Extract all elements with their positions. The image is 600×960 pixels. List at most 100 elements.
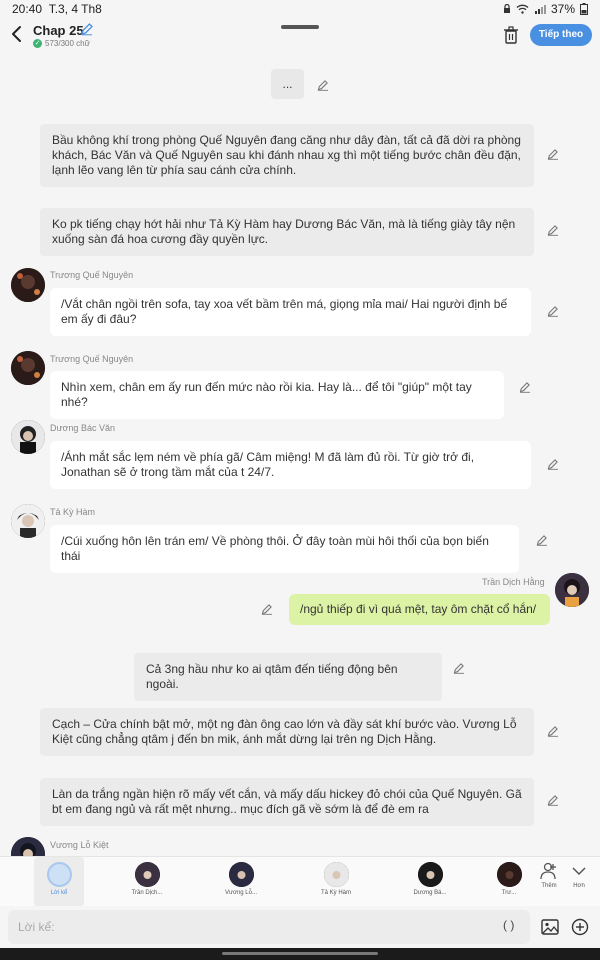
add-character-button[interactable]: Thêm [534,861,564,889]
pencil-icon[interactable] [317,79,329,91]
dialogue-bubble[interactable]: /Vắt chân ngồi trên sofa, tay xoa vết bầ… [50,288,531,336]
character-label: Tả Kỳ Hàm [320,890,351,896]
avatar[interactable] [11,268,45,302]
status-bar: 20:40 T.3, 4 Th8 37% [0,0,600,18]
avatar-image [11,268,45,302]
dialogue-bubble[interactable]: Nhìn xem, chân em ấy run đến mức nào rồi… [50,371,504,419]
status-right: 37% [503,2,588,16]
chevron-down-icon [572,867,586,876]
chapter-title: Chap 25 [33,23,84,38]
status-date: T.3, 4 Th8 [48,2,102,16]
narration-bubble[interactable]: Bầu không khí trong phòng Quế Nguyên đan… [40,124,534,187]
dialogue-bubble[interactable]: /Cúi xuống hôn lên trán em/ Về phòng thô… [50,525,519,573]
narration-text: Cạch – Cửa chính bật mở, một ng đàn ông … [52,717,517,746]
image-icon[interactable] [541,919,559,935]
character-name: Trương Quế Nguyên [50,354,134,364]
character-duong-bac-van[interactable]: Dương Bá... [405,857,455,907]
lock-icon [503,4,510,13]
avatar [323,862,349,887]
dialogue-text: /Ánh mắt sắc lẹm ném về phía gã/ Câm miệ… [61,450,475,479]
character-name: Tả Kỳ Hàm [50,507,96,517]
pencil-icon[interactable] [547,224,559,236]
avatar[interactable] [11,351,45,385]
avatar-image [11,420,45,454]
pencil-icon[interactable] [547,148,559,160]
character-selector: Lời kể Trần Dịch... Vương Lỗ... Tả Kỳ Hà… [0,856,600,907]
narration-text: Bầu không khí trong phòng Quế Nguyên đan… [52,133,521,177]
character-truong-que-nguyen[interactable]: Trư... [494,857,524,907]
character-label: Lời kể [50,890,68,896]
more-button[interactable]: Hơn [564,861,594,889]
word-count-text: 573/300 chữ [45,39,90,48]
battery-icon [580,3,588,15]
avatar[interactable] [11,420,45,454]
system-nav-bar [0,948,600,960]
narration-text: Cả 3ng hầu như ko ai qtâm đến tiếng động… [146,662,398,691]
character-name: Dương Bác Văn [50,423,115,433]
narration-text: Ko pk tiếng chạy hớt hải như Tả Kỳ Hàm h… [52,217,516,246]
plus-circle-icon[interactable] [571,918,589,936]
dialogue-text: /Cúi xuống hôn lên trán em/ Về phòng thô… [61,534,489,563]
word-count: ✓ 573/300 chữ [33,39,90,48]
dialogue-text: /Vắt chân ngồi trên sofa, tay xoa vết bầ… [61,297,508,326]
pencil-icon[interactable] [547,794,559,806]
next-button[interactable]: Tiếp theo [530,24,592,46]
dialogue-text: /ngủ thiếp đi vì quá mệt, tay ôm chặt cổ… [300,602,537,616]
character-label: Dương Bá... [413,890,447,896]
add-label: Thêm [541,883,557,889]
input-bar: Lời kể: ( ) [0,906,600,948]
pencil-icon[interactable] [261,603,273,615]
avatar [228,862,254,887]
pencil-icon[interactable] [547,725,559,737]
pencil-icon[interactable] [453,662,465,674]
pencil-icon[interactable] [547,458,559,470]
chapter-header: Chap 25 ✓ 573/300 chữ Tiếp theo [0,18,600,52]
check-icon: ✓ [33,39,42,48]
character-label: Trư... [501,890,517,896]
wifi-icon [516,4,529,14]
status-time: 20:40 [12,2,43,16]
character-label: Trần Dịch... [131,890,163,896]
avatar [417,862,443,887]
character-name: Trần Dịch Hằng [482,577,545,587]
avatar[interactable] [11,504,45,538]
ellipsis-text: ... [282,77,293,91]
trash-icon[interactable] [503,26,519,44]
signal-icon [534,5,546,14]
pencil-icon[interactable] [519,381,531,393]
character-label: Vương Lỗ... [225,890,257,896]
avatar[interactable] [555,573,589,607]
pencil-icon[interactable] [80,22,94,36]
narration-bubble[interactable]: Cạch – Cửa chính bật mở, một ng đàn ông … [40,708,534,756]
home-indicator[interactable] [222,952,378,955]
avatar [496,862,522,887]
pencil-icon[interactable] [536,534,548,546]
narrator-icon [46,862,72,887]
avatar-image [11,837,45,856]
own-dialogue-bubble[interactable]: /ngủ thiếp đi vì quá mệt, tay ôm chặt cổ… [289,594,550,625]
character-tran-dich-hang[interactable]: Trần Dịch... [122,857,172,907]
input-placeholder: Lời kể: [18,920,55,934]
dialogue-bubble[interactable]: /Ánh mắt sắc lẹm ném về phía gã/ Câm miệ… [50,441,531,489]
character-name: Vương Lỗ Kiệt [50,840,109,850]
parentheses-button[interactable]: ( ) [503,918,514,932]
character-ta-ky-ham[interactable]: Tả Kỳ Hàm [311,857,361,907]
chat-area[interactable]: ... Bầu không khí trong phòng Quế Nguyên… [0,56,600,856]
person-add-icon [540,862,556,880]
character-vuong-lo-kiet[interactable]: Vương Lỗ... [216,857,266,907]
narration-text: Làn da trắng ngần hiện rõ mấy vết cắn, v… [52,787,522,816]
back-arrow-icon[interactable] [8,24,26,44]
narration-bubble[interactable]: Làn da trắng ngần hiện rõ mấy vết cắn, v… [40,778,534,826]
character-narrator[interactable]: Lời kể [34,857,84,907]
pencil-icon[interactable] [547,305,559,317]
message-input[interactable]: Lời kể: [8,910,530,944]
avatar [134,862,160,887]
narration-bubble[interactable]: Ko pk tiếng chạy hớt hải như Tả Kỳ Hàm h… [40,208,534,256]
ellipsis-bubble[interactable]: ... [271,69,304,99]
avatar[interactable] [11,837,45,856]
avatar-image [11,351,45,385]
character-name: Trương Quế Nguyên [50,270,134,280]
narration-bubble[interactable]: Cả 3ng hầu như ko ai qtâm đến tiếng động… [134,653,442,701]
battery-percent: 37% [550,2,575,16]
status-left: 20:40 T.3, 4 Th8 [12,2,102,16]
